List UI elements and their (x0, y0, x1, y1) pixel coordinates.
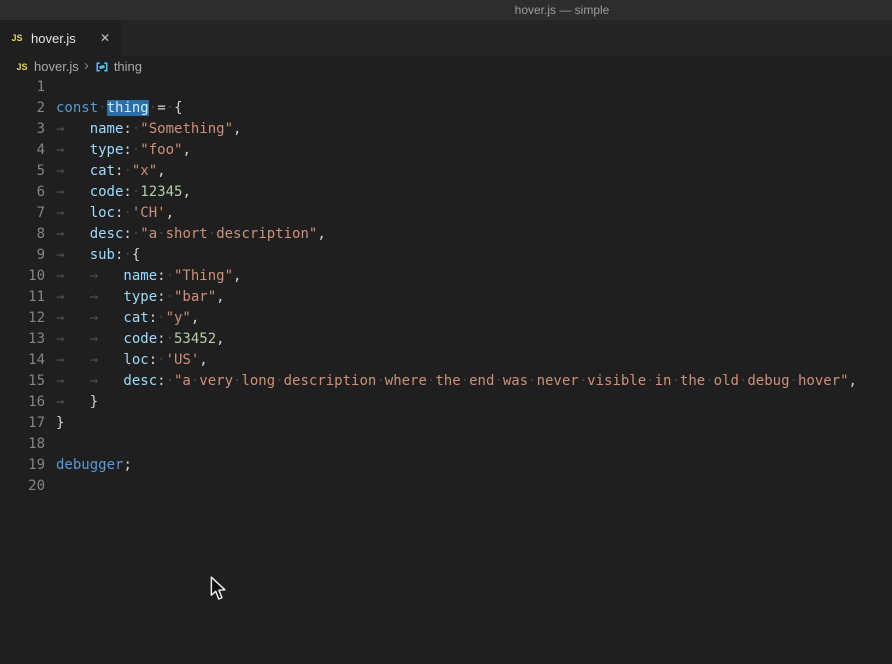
line-content: →→code:·53452, (56, 331, 225, 347)
chevron-right-icon: › (83, 59, 90, 75)
line-content: →→loc:·'US', (56, 352, 208, 368)
line-number: 2 (0, 98, 45, 119)
line-number: 11 (0, 287, 45, 308)
javascript-file-icon: JS (9, 30, 25, 46)
line-content: →loc:·'CH', (56, 205, 174, 221)
close-icon[interactable]: ✕ (98, 30, 112, 46)
code-line[interactable]: 5 →cat:·"x", (0, 161, 892, 182)
code-line[interactable]: 7 →loc:·'CH', (0, 203, 892, 224)
line-number: 12 (0, 308, 45, 329)
line-number: 1 (0, 77, 45, 98)
line-number: 14 (0, 350, 45, 371)
line-number: 16 (0, 392, 45, 413)
code-line[interactable]: 6 →code:·12345, (0, 182, 892, 203)
code-line[interactable]: 2 const·thing·=·{ (0, 98, 892, 119)
code-line[interactable]: 13 →→code:·53452, (0, 329, 892, 350)
word-occurrence-highlight: thing (107, 100, 149, 116)
code-line[interactable]: 15 →→desc:·"a·very·long·description·where… (0, 371, 892, 392)
code-line[interactable]: 20 (0, 476, 892, 497)
line-number: 9 (0, 245, 45, 266)
symbol-variable-icon (94, 59, 110, 75)
line-content: →→type:·"bar", (56, 289, 225, 305)
line-content: →type:·"foo", (56, 142, 191, 158)
code-line[interactable]: 3 →name:·"Something", (0, 119, 892, 140)
code-line[interactable]: 18 (0, 434, 892, 455)
line-number: 4 (0, 140, 45, 161)
line-number: 10 (0, 266, 45, 287)
line-number: 20 (0, 476, 45, 497)
line-number: 15 (0, 371, 45, 392)
code-line[interactable]: 14 →→loc:·'US', (0, 350, 892, 371)
line-content: } (56, 415, 64, 431)
titlebar: hover.js — simple (0, 0, 892, 20)
line-number: 8 (0, 224, 45, 245)
line-number: 13 (0, 329, 45, 350)
code-editor[interactable]: 12 const·thing·=·{ 3 →name:·"Something", 4 →t… (0, 77, 892, 497)
line-content: →sub:·{ (56, 247, 140, 263)
code-line[interactable]: 1 (0, 77, 892, 98)
code-lines: 12 const·thing·=·{ 3 →name:·"Something", 4 →t… (0, 77, 892, 497)
mouse-cursor-icon (210, 576, 227, 606)
line-content: →name:·"Something", (56, 121, 241, 137)
tab-label: hover.js (31, 31, 92, 46)
breadcrumb: JS hover.js › thing (0, 56, 892, 77)
line-number: 3 (0, 119, 45, 140)
line-content: →→name:·"Thing", (56, 268, 241, 284)
breadcrumb-symbol[interactable]: thing (114, 59, 142, 74)
javascript-file-icon: JS (14, 59, 30, 75)
line-content: →cat:·"x", (56, 163, 166, 179)
code-line[interactable]: 16 →} (0, 392, 892, 413)
breadcrumb-file[interactable]: hover.js (34, 59, 79, 74)
code-line[interactable]: 9 →sub:·{ (0, 245, 892, 266)
code-line[interactable]: 11 →→type:·"bar", (0, 287, 892, 308)
line-content: →desc:·"a·short·description", (56, 226, 326, 242)
code-line[interactable]: 19 debugger; (0, 455, 892, 476)
code-line[interactable]: 4 →type:·"foo", (0, 140, 892, 161)
line-number: 17 (0, 413, 45, 434)
line-number: 5 (0, 161, 45, 182)
line-number: 7 (0, 203, 45, 224)
tab-hover-js[interactable]: JS hover.js ✕ (0, 20, 121, 56)
code-line[interactable]: 12 →→cat:·"y", (0, 308, 892, 329)
line-content: →} (56, 394, 98, 410)
line-content: debugger; (56, 457, 132, 473)
code-line[interactable]: 10 →→name:·"Thing", (0, 266, 892, 287)
code-line[interactable]: 17} (0, 413, 892, 434)
line-content: →→desc:·"a·very·long·description·where·t… (56, 373, 857, 389)
tab-bar: JS hover.js ✕ (0, 20, 892, 56)
vscode-window: hover.js — simple JS hover.js ✕ JS hover… (0, 0, 892, 664)
line-content: →→cat:·"y", (56, 310, 199, 326)
line-content: →code:·12345, (56, 184, 191, 200)
line-number: 19 (0, 455, 45, 476)
line-content: const·thing·=·{ (56, 100, 183, 116)
line-number: 6 (0, 182, 45, 203)
line-number: 18 (0, 434, 45, 455)
code-line[interactable]: 8 →desc:·"a·short·description", (0, 224, 892, 245)
window-title: hover.js — simple (515, 3, 610, 17)
